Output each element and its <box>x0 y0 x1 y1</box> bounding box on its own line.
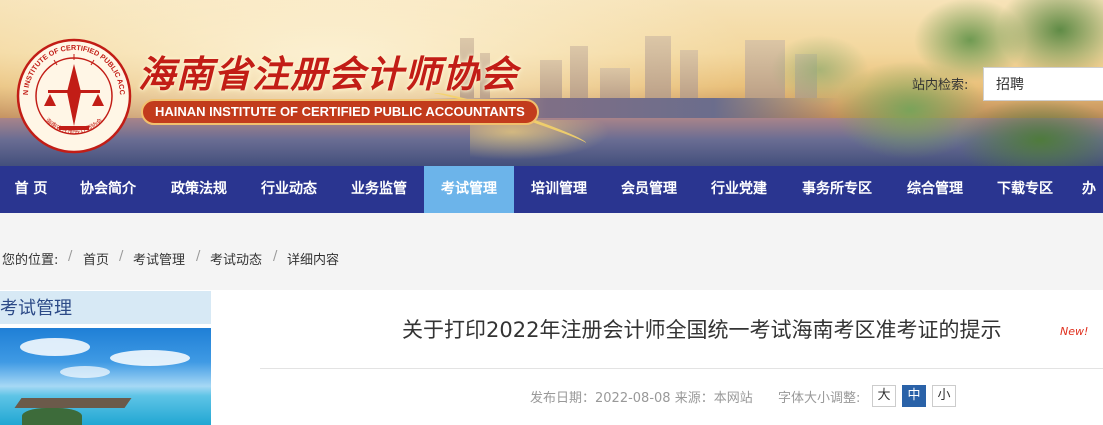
publish-date: 发布日期：2022-08-08 <box>530 391 671 406</box>
breadcrumb-separator: / <box>273 249 278 264</box>
breadcrumb-exam-news[interactable]: 考试动态 <box>210 249 262 268</box>
font-size-medium-button[interactable]: 中 <box>902 385 926 407</box>
article-source: 来源：本网站 <box>674 391 753 406</box>
breadcrumb-prefix: 您的位置: <box>2 253 59 268</box>
banner-building <box>540 60 562 98</box>
site-title-en: HAINAN INSTITUTE OF CERTIFIED PUBLIC ACC… <box>141 99 539 125</box>
banner-building <box>645 36 671 98</box>
site-title-cn: 海南省注册会计师协会 <box>138 52 518 96</box>
sidebar-heading: 考试管理 <box>0 291 211 324</box>
institute-emblem-icon: THE HAINAN INSTITUTE OF CERTIFIED PUBLIC… <box>14 34 132 154</box>
nav-item-general[interactable]: 综合管理 <box>890 166 980 213</box>
breadcrumb-exam-management[interactable]: 考试管理 <box>133 249 185 268</box>
nav-item-firms[interactable]: 事务所专区 <box>784 166 890 213</box>
main-nav: 首 页 协会简介 政策法规 行业动态 业务监管 考试管理 培训管理 会员管理 行… <box>0 166 1103 213</box>
nav-item-home[interactable]: 首 页 <box>0 166 62 213</box>
nav-item-training[interactable]: 培训管理 <box>514 166 604 213</box>
nav-item-downloads[interactable]: 下载专区 <box>980 166 1070 213</box>
nav-item-about[interactable]: 协会简介 <box>62 166 154 213</box>
breadcrumb-detail: 详细内容 <box>287 253 340 268</box>
search-input[interactable] <box>983 67 1103 101</box>
search-label: 站内检索: <box>912 78 969 93</box>
article-divider <box>260 368 1103 369</box>
article-meta: 发布日期：2022-08-08 来源：本网站 <box>530 387 753 406</box>
nav-item-exam-management[interactable]: 考试管理 <box>424 166 514 213</box>
nav-item-members[interactable]: 会员管理 <box>604 166 694 213</box>
banner-building <box>680 50 698 98</box>
font-size-small-button[interactable]: 小 <box>932 385 956 407</box>
breadcrumb-separator: / <box>119 249 124 264</box>
font-size-large-button[interactable]: 大 <box>872 385 896 407</box>
sidebar-image <box>0 328 211 425</box>
new-badge: New! <box>1060 325 1089 338</box>
breadcrumb-separator: / <box>68 249 73 264</box>
nav-item-party[interactable]: 行业党建 <box>694 166 784 213</box>
nav-item-policy[interactable]: 政策法规 <box>154 166 244 213</box>
nav-item-office[interactable]: 办 <box>1082 166 1103 213</box>
nav-item-industry-news[interactable]: 行业动态 <box>244 166 334 213</box>
breadcrumb-home[interactable]: 首页 <box>83 249 109 268</box>
breadcrumb-separator: / <box>196 249 201 264</box>
banner-building <box>600 68 630 98</box>
article-title: 关于打印2022年注册会计师全国统一考试海南考区准考证的提示 <box>402 318 1002 342</box>
nav-item-supervision[interactable]: 业务监管 <box>334 166 424 213</box>
banner-building <box>570 46 588 98</box>
font-size-label: 字体大小调整: <box>778 391 861 406</box>
